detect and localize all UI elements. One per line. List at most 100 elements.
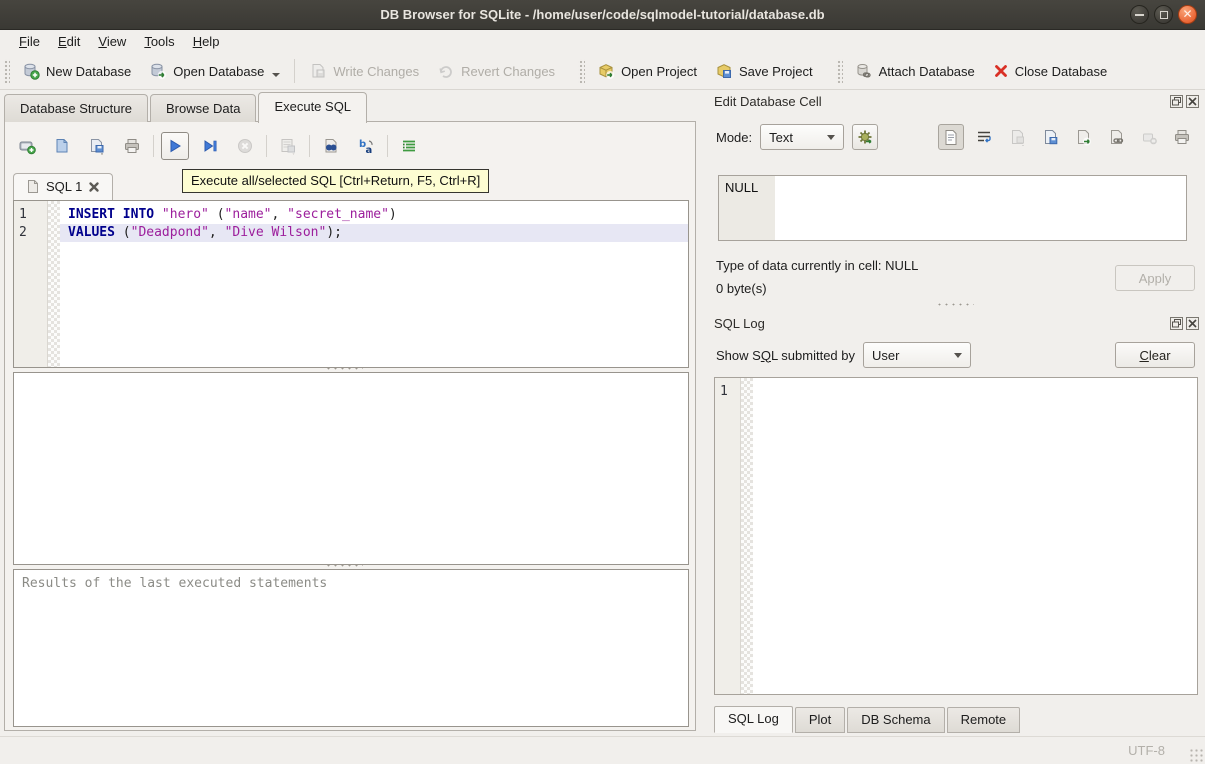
- print-icon: [123, 137, 141, 155]
- sql-code-editor[interactable]: 1 2 INSERT INTO "hero" ("name", "secret_…: [13, 200, 689, 368]
- open-project-button[interactable]: Open Project: [588, 58, 706, 84]
- sql-toolbar-separator: [387, 135, 388, 157]
- cell-editor[interactable]: NULL: [718, 175, 1187, 241]
- close-sql-tab-icon[interactable]: [88, 181, 100, 193]
- save-sql-file-button[interactable]: [83, 132, 111, 160]
- link-icon: [1108, 129, 1125, 146]
- dock-tab-db-schema[interactable]: DB Schema: [847, 707, 944, 733]
- open-in-external-app-button[interactable]: [1070, 124, 1096, 150]
- execute-sql-pane: b a SQL 1: [4, 121, 696, 731]
- export-cell-data-button[interactable]: [1037, 124, 1063, 150]
- sql-log-view[interactable]: 1: [714, 377, 1198, 695]
- sql-1-tab[interactable]: SQL 1: [13, 173, 113, 200]
- results-placeholder: Results of the last executed statements: [22, 576, 327, 591]
- menu-view[interactable]: View: [89, 32, 135, 51]
- code-area[interactable]: INSERT INTO "hero" ("name", "secret_name…: [60, 201, 688, 367]
- main-tab-bar: Database Structure Browse Data Execute S…: [4, 92, 369, 122]
- close-dock-button[interactable]: [1186, 317, 1199, 330]
- pane-splitter[interactable]: [325, 366, 363, 371]
- results-message-pane[interactable]: Results of the last executed statements: [13, 569, 689, 727]
- dock-splitter[interactable]: [936, 302, 974, 307]
- execute-line-icon: [201, 137, 219, 155]
- menu-help[interactable]: Help: [184, 32, 229, 51]
- find-icon: [322, 137, 340, 155]
- toolbar-drag-handle[interactable]: [3, 59, 10, 83]
- maximize-button[interactable]: [1154, 5, 1173, 24]
- minimize-button[interactable]: [1130, 5, 1149, 24]
- tab-browse-data[interactable]: Browse Data: [150, 94, 256, 122]
- line-number: 2: [19, 224, 47, 242]
- cell-editor-content[interactable]: [775, 176, 1186, 240]
- clear-log-button[interactable]: Clear: [1115, 342, 1195, 368]
- tab-database-structure[interactable]: Database Structure: [4, 94, 148, 122]
- find-button[interactable]: [317, 132, 345, 160]
- attach-database-icon: [855, 62, 873, 80]
- mode-select[interactable]: Text: [760, 124, 844, 150]
- close-button[interactable]: ✕: [1178, 5, 1197, 24]
- save-project-icon: [715, 62, 733, 80]
- float-dock-button[interactable]: [1170, 317, 1183, 330]
- print-cell-button[interactable]: [1169, 124, 1195, 150]
- results-grid[interactable]: [13, 372, 689, 565]
- save-results-button: [274, 132, 302, 160]
- new-sql-tab-icon: [18, 137, 36, 155]
- title-bar: DB Browser for SQLite - /home/user/code/…: [0, 0, 1205, 30]
- pane-splitter[interactable]: [325, 563, 363, 568]
- close-dock-button[interactable]: [1186, 95, 1199, 108]
- close-dock-icon: [1188, 319, 1197, 328]
- menu-bar: File Edit View Tools Help: [0, 30, 1205, 53]
- toolbar-drag-handle[interactable]: [578, 59, 585, 83]
- close-icon: ✕: [1182, 8, 1192, 20]
- close-database-button[interactable]: Close Database: [984, 59, 1117, 83]
- encoding-indicator[interactable]: UTF-8: [1128, 743, 1165, 758]
- print-sql-button[interactable]: [118, 132, 146, 160]
- toolbar-separator: [294, 59, 295, 83]
- status-bar: UTF-8: [0, 736, 1205, 764]
- new-database-button[interactable]: New Database: [13, 58, 140, 84]
- edit-cell-dock-header: Edit Database Cell: [714, 94, 1199, 109]
- open-database-button[interactable]: Open Database: [140, 58, 289, 84]
- menu-tools[interactable]: Tools: [135, 32, 183, 51]
- dock-tab-plot[interactable]: Plot: [795, 707, 845, 733]
- attach-database-button[interactable]: Attach Database: [846, 58, 984, 84]
- main-toolbar: New Database Open Database Write Changes: [0, 53, 1205, 90]
- open-database-dropdown-arrow: [272, 73, 280, 77]
- sql-toolbar-separator: [309, 135, 310, 157]
- open-sql-file-button[interactable]: [48, 132, 76, 160]
- tab-execute-sql[interactable]: Execute SQL: [258, 92, 367, 123]
- auto-apply-button[interactable]: [852, 124, 878, 150]
- float-icon: [1172, 319, 1181, 328]
- dock-tab-remote[interactable]: Remote: [947, 707, 1021, 733]
- new-database-icon: [22, 62, 40, 80]
- toolbar-drag-handle[interactable]: [836, 59, 843, 83]
- text-document-icon: [943, 129, 959, 146]
- open-sql-file-icon: [53, 137, 71, 155]
- execute-sql-button[interactable]: [161, 132, 189, 160]
- open-database-icon: [149, 62, 167, 80]
- revert-changes-icon: [437, 62, 455, 80]
- find-replace-button[interactable]: b a: [352, 132, 380, 160]
- text-mode-button[interactable]: [938, 124, 964, 150]
- open-sql-tab-button[interactable]: [13, 132, 41, 160]
- sql-log-title: SQL Log: [714, 316, 1170, 331]
- log-line-number: 1: [720, 383, 740, 401]
- code-line-1: INSERT INTO "hero" ("name", "secret_name…: [60, 206, 688, 224]
- float-dock-button[interactable]: [1170, 95, 1183, 108]
- cell-type-info: Type of data currently in cell: NULL: [716, 258, 918, 273]
- menu-edit[interactable]: Edit: [49, 32, 89, 51]
- dock-tab-sql-log[interactable]: SQL Log: [714, 706, 793, 733]
- format-sql-button[interactable]: [395, 132, 423, 160]
- resize-grip[interactable]: [1189, 748, 1203, 762]
- svg-text:a: a: [366, 145, 373, 155]
- sql-document-icon: [26, 179, 40, 194]
- execute-current-line-button[interactable]: [196, 132, 224, 160]
- import-file-icon: [1009, 129, 1026, 146]
- menu-file[interactable]: File: [10, 32, 49, 51]
- cell-null-value: NULL: [725, 180, 758, 195]
- format-sql-icon: [400, 137, 418, 155]
- apply-button: Apply: [1115, 265, 1195, 291]
- copy-link-button[interactable]: [1103, 124, 1129, 150]
- word-wrap-button[interactable]: [971, 124, 997, 150]
- log-filter-select[interactable]: User: [863, 342, 971, 368]
- save-project-button[interactable]: Save Project: [706, 58, 822, 84]
